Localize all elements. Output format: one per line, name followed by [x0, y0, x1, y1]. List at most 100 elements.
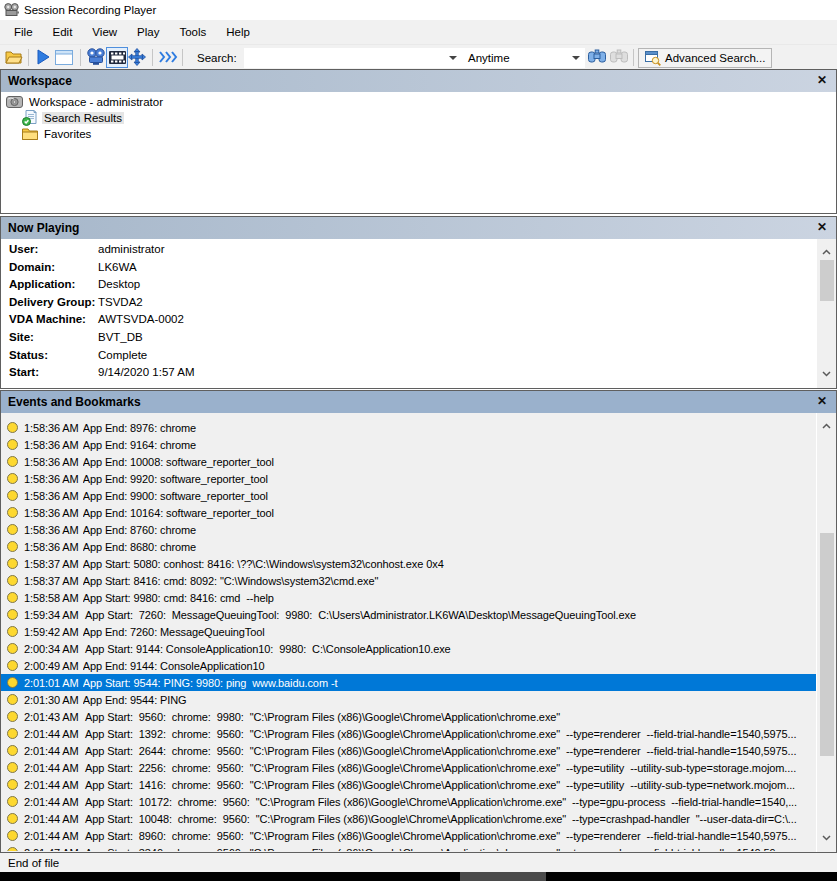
- event-bookmark-icon: [7, 830, 18, 841]
- menu-bar: File Edit View Play Tools Help: [0, 20, 837, 44]
- scroll-down-icon[interactable]: [817, 369, 836, 379]
- event-text: App End: 10008: software_reporter_tool: [83, 456, 816, 468]
- event-row[interactable]: 2:01:01 AM App Start: 9544: PING: 9980: …: [1, 674, 816, 691]
- event-row[interactable]: 1:59:42 AM App End: 7260: MessageQueuing…: [1, 623, 816, 640]
- scrollbar-thumb[interactable]: [820, 533, 834, 756]
- events-scrollbar[interactable]: [816, 413, 836, 852]
- search-results-icon: [22, 110, 38, 126]
- event-row[interactable]: 1:58:58 AM App Start: 9980: cmd: 8416: c…: [1, 589, 816, 606]
- event-row[interactable]: 2:01:44 AM App Start: 2256: chrome: 9560…: [1, 759, 816, 776]
- scroll-down-icon[interactable]: [817, 833, 836, 843]
- favorites-folder-icon: [22, 127, 38, 141]
- event-row[interactable]: 1:58:36 AM App End: 9164: chrome: [1, 436, 816, 453]
- event-row[interactable]: 1:58:36 AM App End: 8680: chrome: [1, 538, 816, 555]
- tree-item-favorites[interactable]: Favorites: [1, 126, 836, 142]
- event-bookmark-icon: [7, 643, 18, 654]
- close-icon[interactable]: ✕: [817, 221, 827, 234]
- field-value: Complete: [98, 349, 147, 361]
- event-bookmark-icon: [7, 847, 18, 851]
- event-row[interactable]: 2:01:43 AM App Start: 9560: chrome: 9980…: [1, 708, 816, 725]
- dropdown-arrow-icon[interactable]: [449, 56, 457, 60]
- search-input[interactable]: [244, 48, 462, 68]
- event-row[interactable]: 1:58:36 AM App End: 8760: chrome: [1, 521, 816, 538]
- event-row[interactable]: 1:58:36 AM App End: 8976: chrome: [1, 419, 816, 436]
- menu-item[interactable]: Tools: [169, 26, 216, 38]
- tree-item-label: Search Results: [42, 112, 124, 124]
- menu-item[interactable]: Help: [216, 26, 260, 38]
- event-row[interactable]: 2:01:44 AM App Start: 1416: chrome: 9560…: [1, 776, 816, 793]
- now-playing-field: Delivery Group: TSVDA2: [1, 296, 836, 314]
- title-bar: Session Recording Player: [0, 0, 837, 20]
- event-text: App Start: 2644: chrome: 9560: "C:\Progr…: [83, 745, 816, 757]
- window-title: Session Recording Player: [24, 4, 156, 16]
- event-bookmark-icon: [7, 711, 18, 722]
- event-row[interactable]: 2:01:44 AM App Start: 1392: chrome: 9560…: [1, 725, 816, 742]
- time-filter-dropdown[interactable]: Anytime: [462, 48, 585, 68]
- preview-window-icon[interactable]: [55, 50, 73, 65]
- workspace-root-node[interactable]: Workspace - administrator: [1, 94, 836, 110]
- event-text: App Start: 2256: chrome: 9560: "C:\Progr…: [83, 762, 816, 774]
- events-panel: Events and Bookmarks ✕ 1:58:36 AM App En…: [0, 390, 837, 853]
- advanced-search-button[interactable]: Advanced Search...: [638, 48, 772, 68]
- event-row[interactable]: 2:01:44 AM App Start: 10048: chrome: 956…: [1, 810, 816, 827]
- event-time: 2:01:47 AM: [24, 847, 79, 852]
- events-panel-title: Events and Bookmarks: [8, 395, 141, 409]
- event-time: 2:01:01 AM: [24, 677, 79, 689]
- pan-move-icon[interactable]: [128, 48, 146, 66]
- event-row[interactable]: 1:58:36 AM App End: 9920: software_repor…: [1, 470, 816, 487]
- play-button-icon[interactable]: [37, 49, 50, 65]
- event-row[interactable]: 1:58:37 AM App Start: 5080: conhost: 841…: [1, 555, 816, 572]
- close-icon[interactable]: ✕: [817, 74, 827, 87]
- event-row[interactable]: 1:59:34 AM App Start: 7260: MessageQueui…: [1, 606, 816, 623]
- advanced-search-label: Advanced Search...: [665, 52, 765, 64]
- tree-item-search-results[interactable]: Search Results: [1, 110, 836, 126]
- field-label: Start:: [9, 366, 39, 378]
- event-row[interactable]: 1:58:37 AM App Start: 8416: cmd: 8092: "…: [1, 572, 816, 589]
- find-next-icon[interactable]: [588, 49, 606, 65]
- find-previous-icon-disabled[interactable]: [610, 49, 628, 65]
- event-time: 1:58:36 AM: [24, 541, 79, 553]
- event-bookmark-icon: [7, 558, 18, 569]
- event-row[interactable]: 2:01:44 AM App Start: 2644: chrome: 9560…: [1, 742, 816, 759]
- event-bookmark-icon: [7, 779, 18, 790]
- event-bookmark-icon: [7, 473, 18, 484]
- event-row[interactable]: 1:58:36 AM App End: 9900: software_repor…: [1, 487, 816, 504]
- open-file-icon[interactable]: [5, 49, 23, 65]
- now-playing-field: Application: Desktop: [1, 278, 836, 296]
- status-text: End of file: [8, 857, 59, 869]
- scroll-up-icon[interactable]: [817, 421, 836, 431]
- event-row[interactable]: 2:01:30 AM App End: 9544: PING: [1, 691, 816, 708]
- close-icon[interactable]: ✕: [817, 395, 827, 408]
- menu-item[interactable]: Edit: [43, 26, 83, 38]
- event-row[interactable]: 1:58:36 AM App End: 10008: software_repo…: [1, 453, 816, 470]
- event-text: App Start: 3340: chrome: 9560: "C:\Progr…: [83, 847, 816, 852]
- status-bar: End of file: [0, 853, 837, 872]
- event-row[interactable]: 2:01:47 AM App Start: 3340: chrome: 9560…: [1, 844, 816, 851]
- menu-item[interactable]: File: [4, 26, 43, 38]
- now-playing-scrollbar[interactable]: [816, 239, 836, 388]
- event-row[interactable]: 2:00:34 AM App Start: 9144: ConsoleAppli…: [1, 640, 816, 657]
- more-options-chevrons-icon[interactable]: [159, 51, 179, 63]
- event-time: 1:58:58 AM: [24, 592, 79, 604]
- event-row[interactable]: 2:01:44 AM App Start: 8960: chrome: 9560…: [1, 827, 816, 844]
- menu-item[interactable]: Play: [127, 26, 169, 38]
- dropdown-arrow-icon[interactable]: [572, 56, 580, 60]
- scrollbar-thumb[interactable]: [820, 260, 834, 301]
- event-text: App Start: 5080: conhost: 8416: \??\C:\W…: [83, 558, 816, 570]
- event-time: 2:01:44 AM: [24, 813, 79, 825]
- now-playing-panel-title: Now Playing: [8, 221, 79, 235]
- event-bookmark-icon: [7, 507, 18, 518]
- menu-item[interactable]: View: [82, 26, 127, 38]
- advanced-search-icon: [645, 51, 661, 66]
- event-time: 1:58:36 AM: [24, 439, 79, 451]
- event-row[interactable]: 2:01:44 AM App Start: 10172: chrome: 956…: [1, 793, 816, 810]
- event-row[interactable]: 2:00:49 AM App End: 9144: ConsoleApplica…: [1, 657, 816, 674]
- scroll-up-icon[interactable]: [817, 247, 836, 257]
- event-text: App Start: 10048: chrome: 9560: "C:\Prog…: [83, 813, 816, 825]
- event-row[interactable]: 1:58:36 AM App End: 10164: software_repo…: [1, 504, 816, 521]
- event-text: App End: 10164: software_reporter_tool: [83, 507, 816, 519]
- event-text: App Start: 1416: chrome: 9560: "C:\Progr…: [83, 779, 816, 791]
- projector-icon[interactable]: [87, 48, 105, 66]
- field-label: Status:: [9, 349, 48, 361]
- filmstrip-view-button[interactable]: [106, 47, 128, 68]
